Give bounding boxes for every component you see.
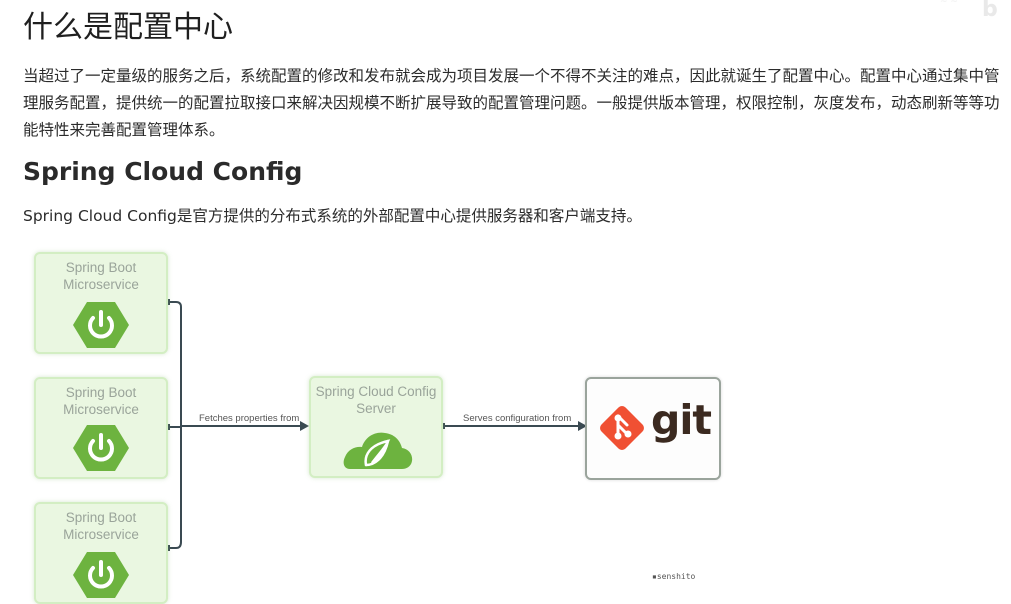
svg-text:b: b: [982, 0, 998, 22]
spring-boot-power-icon: [73, 302, 129, 348]
server-line1: Spring Cloud Config: [315, 384, 437, 399]
fetch-edge-label: Fetches properties from: [199, 413, 300, 424]
microservice-box-2: Spring Boot Microservice: [34, 377, 168, 479]
microservice-1-line2: Microservice: [63, 277, 139, 292]
git-logo-icon: [600, 406, 644, 450]
section-heading: Spring Cloud Config: [23, 157, 303, 186]
section-paragraph: Spring Cloud Config是官方提供的分布式系统的外部配置中心提供服…: [23, 207, 642, 225]
serve-edge-label: Serves configuration from: [463, 413, 572, 424]
microservice-box-1: Spring Boot Microservice: [34, 252, 168, 354]
git-repository-box: git: [585, 377, 721, 480]
author-signature: ▪senshito: [652, 572, 696, 581]
intro-paragraph: 当超过了一定量级的服务之后，系统配置的修改和发布就会成为项目发展一个不得不关注的…: [23, 67, 1000, 139]
microservice-box-3: Spring Boot Microservice: [34, 502, 168, 604]
microservice-2-line2: Microservice: [63, 402, 139, 417]
svg-text:~ ~: ~ ~: [940, 0, 958, 7]
microservice-3-line2: Microservice: [63, 527, 139, 542]
spring-boot-power-icon: [73, 552, 129, 598]
spring-leaf-icon: [343, 432, 413, 469]
page-title: 什么是配置中心: [23, 10, 233, 45]
config-server-box: Spring Cloud Config Server: [309, 376, 443, 478]
git-wordmark: git: [651, 396, 712, 444]
server-line2: Server: [356, 401, 396, 416]
spring-boot-power-icon: [73, 425, 129, 471]
microservice-3-line1: Spring Boot: [65, 510, 137, 525]
watermark-logo: b ~ ~: [940, 0, 998, 22]
microservice-1-line1: Spring Boot: [65, 260, 137, 275]
microservice-2-line1: Spring Boot: [65, 385, 137, 400]
